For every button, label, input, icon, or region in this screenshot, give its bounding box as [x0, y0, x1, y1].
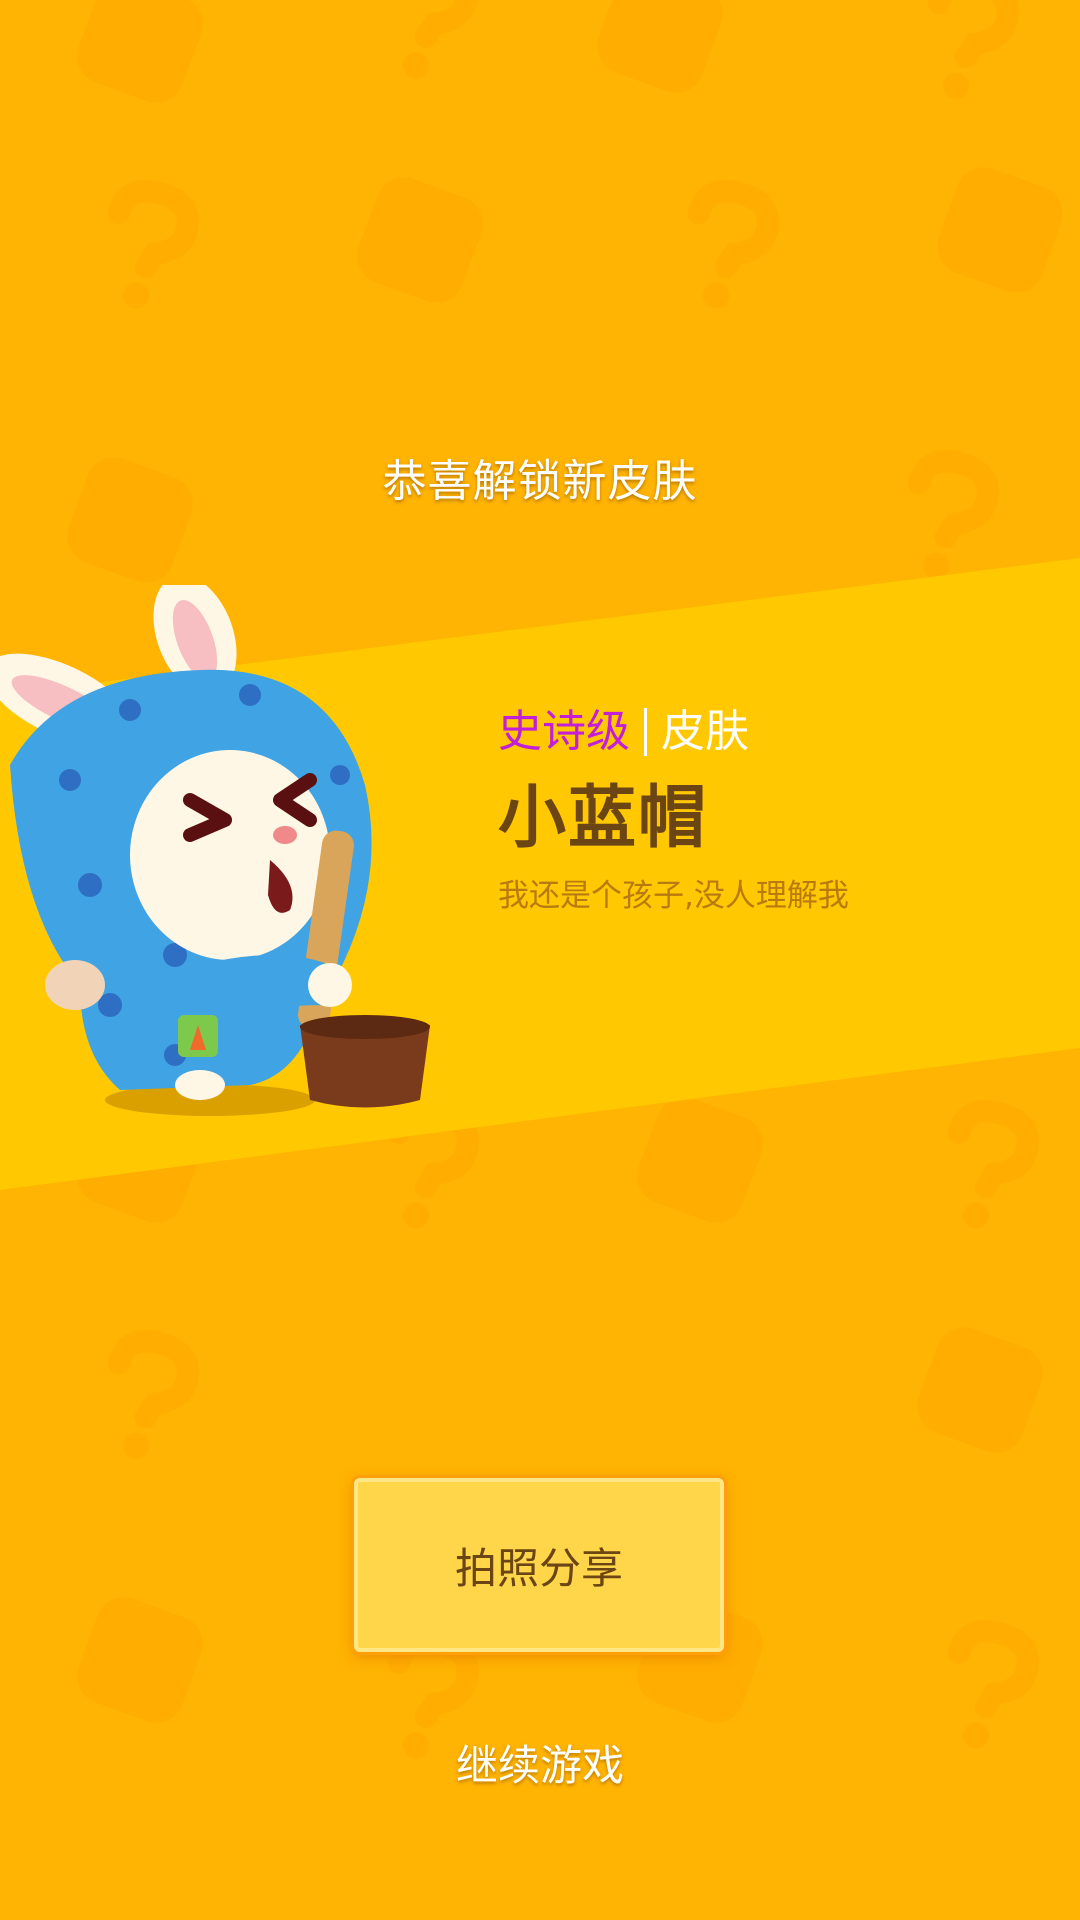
unlock-title: 恭喜解锁新皮肤: [382, 456, 698, 507]
rarity-divider: [644, 708, 647, 756]
share-photo-label: 拍照分享: [454, 1543, 623, 1593]
skin-info: 史诗级 皮肤 小蓝帽 我还是个孩子,没人理解我: [498, 702, 1058, 915]
rarity-label: 史诗级: [498, 706, 630, 757]
continue-game-button[interactable]: 继续游戏: [0, 1732, 1080, 1793]
rarity-row: 史诗级 皮肤: [498, 702, 1058, 762]
skin-type-label: 皮肤: [661, 706, 749, 757]
share-photo-button[interactable]: 拍照分享: [354, 1478, 724, 1652]
skin-name: 小蓝帽: [498, 779, 709, 858]
blue-hooded-rabbit-icon: [0, 585, 430, 1116]
skin-description: 我还是个孩子,没人理解我: [498, 878, 849, 914]
